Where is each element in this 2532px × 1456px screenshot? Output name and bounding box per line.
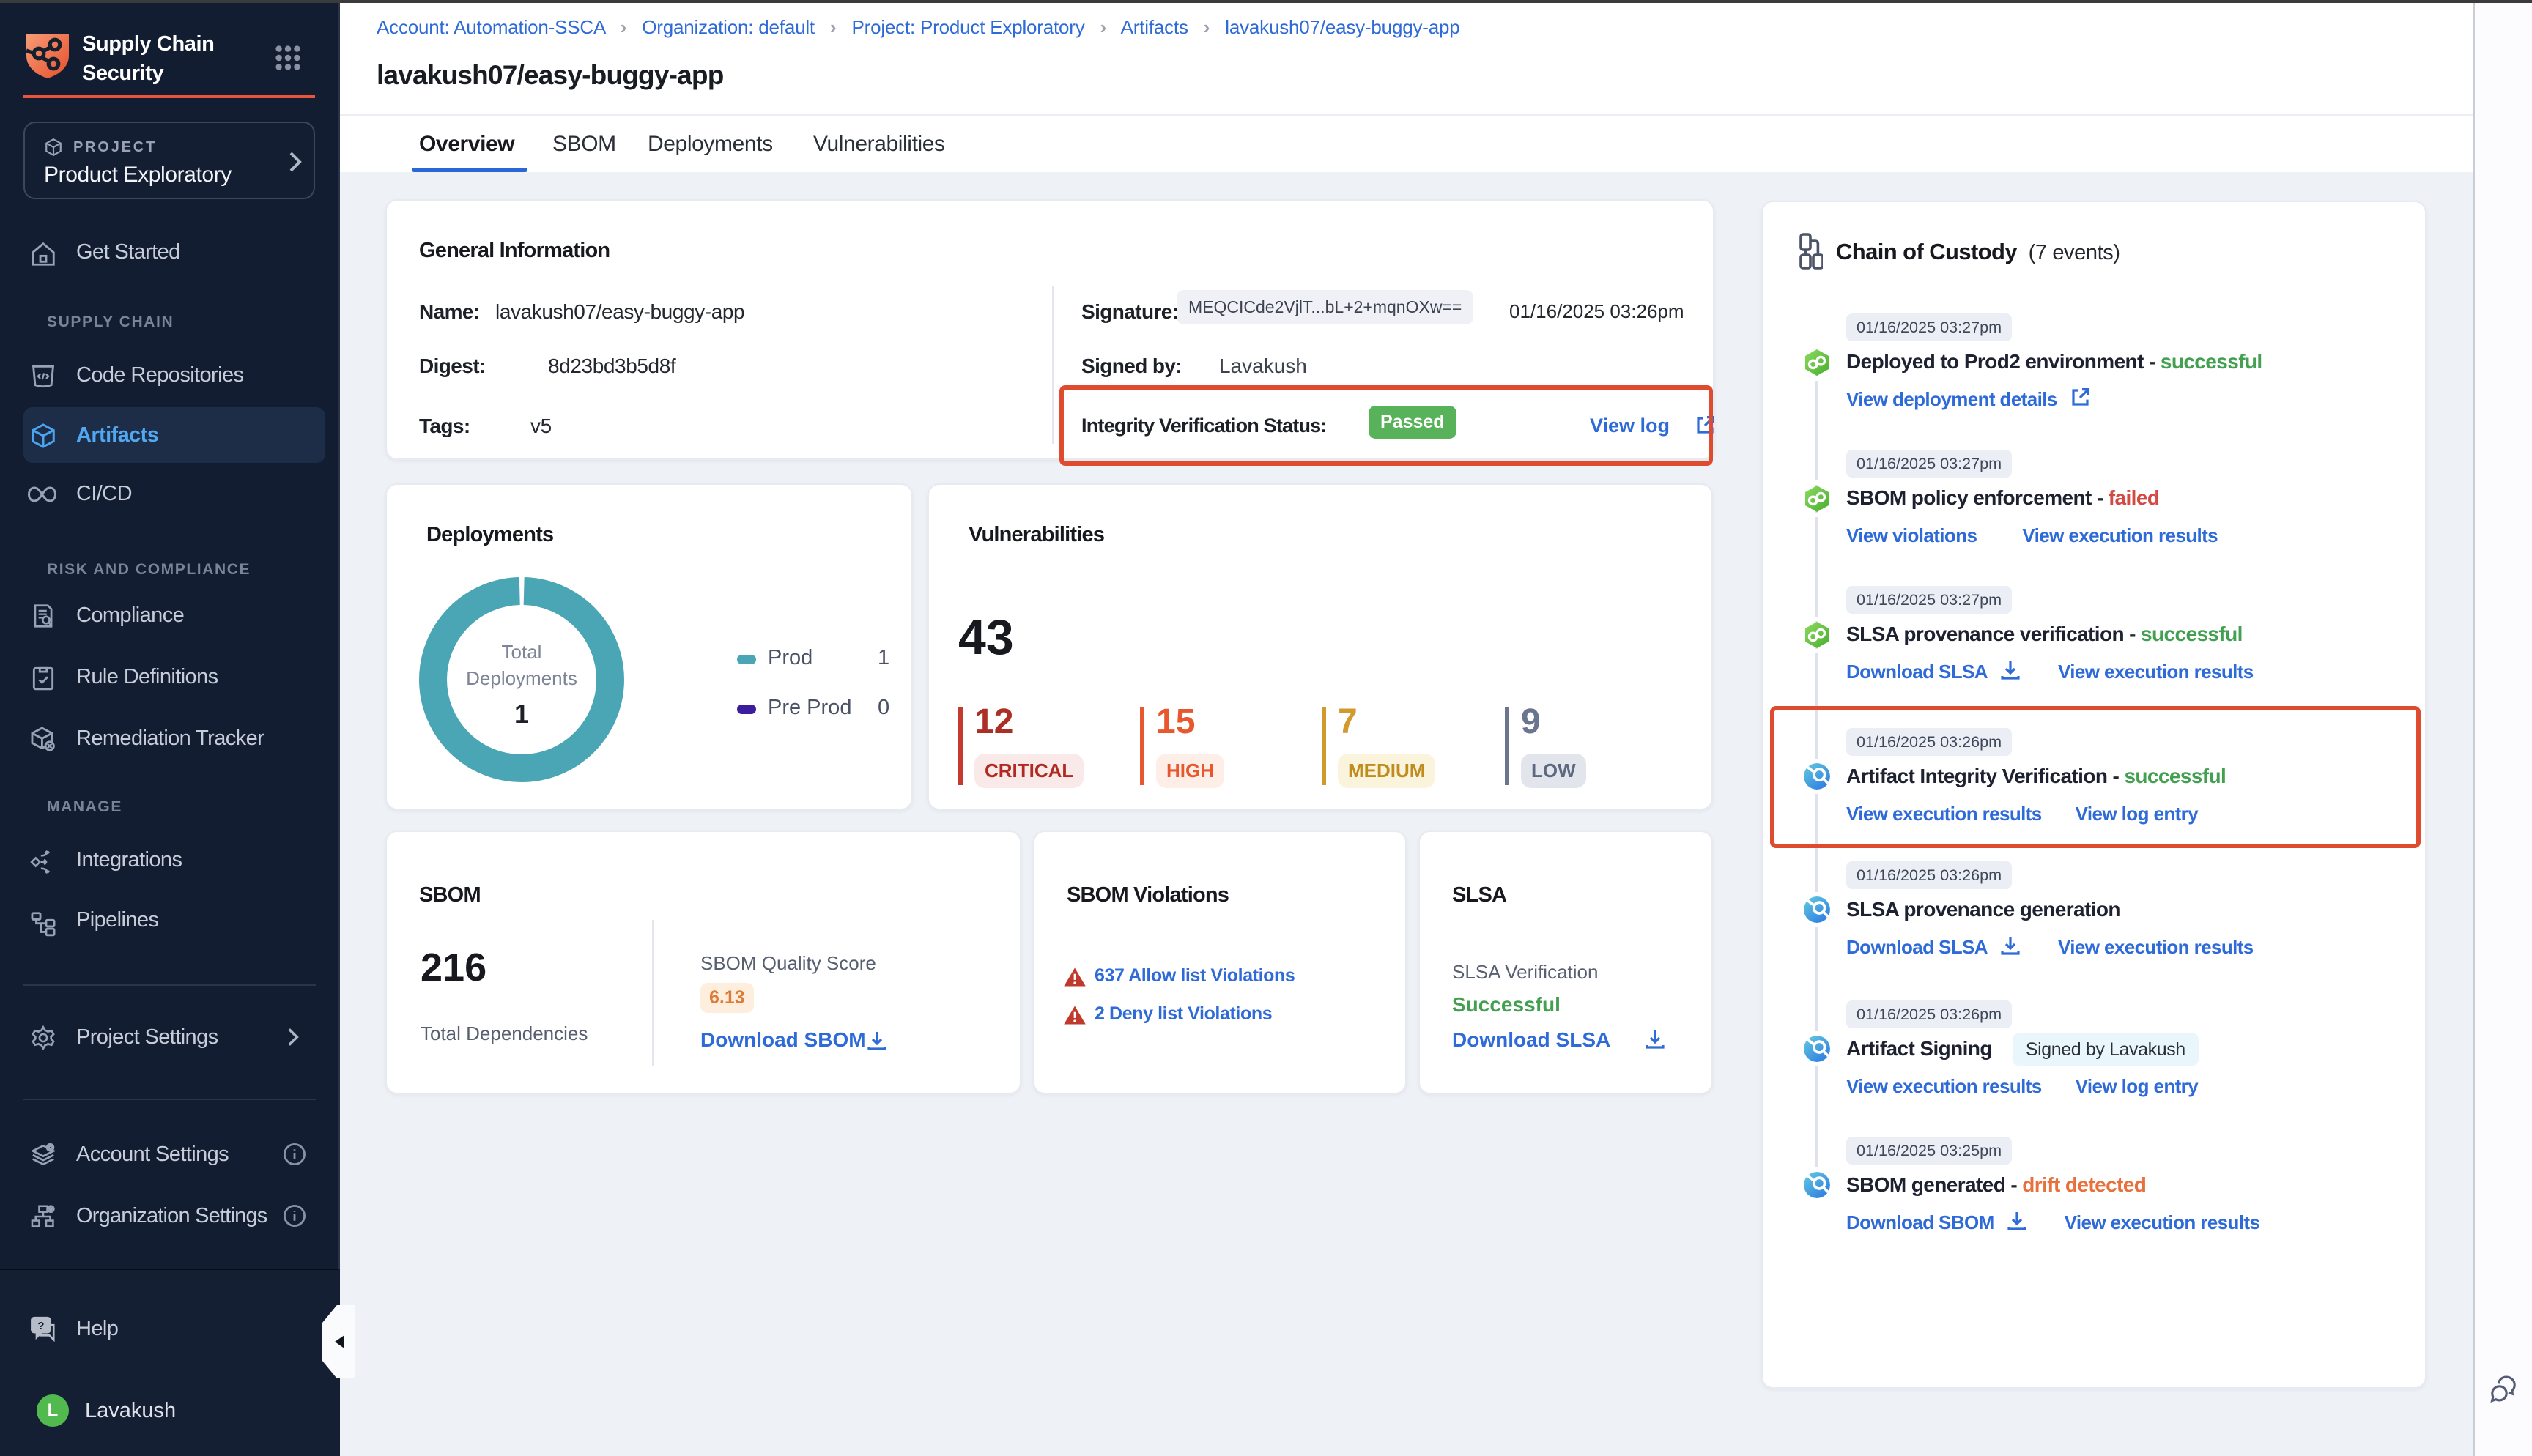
svg-text:?: ? <box>37 1321 44 1332</box>
